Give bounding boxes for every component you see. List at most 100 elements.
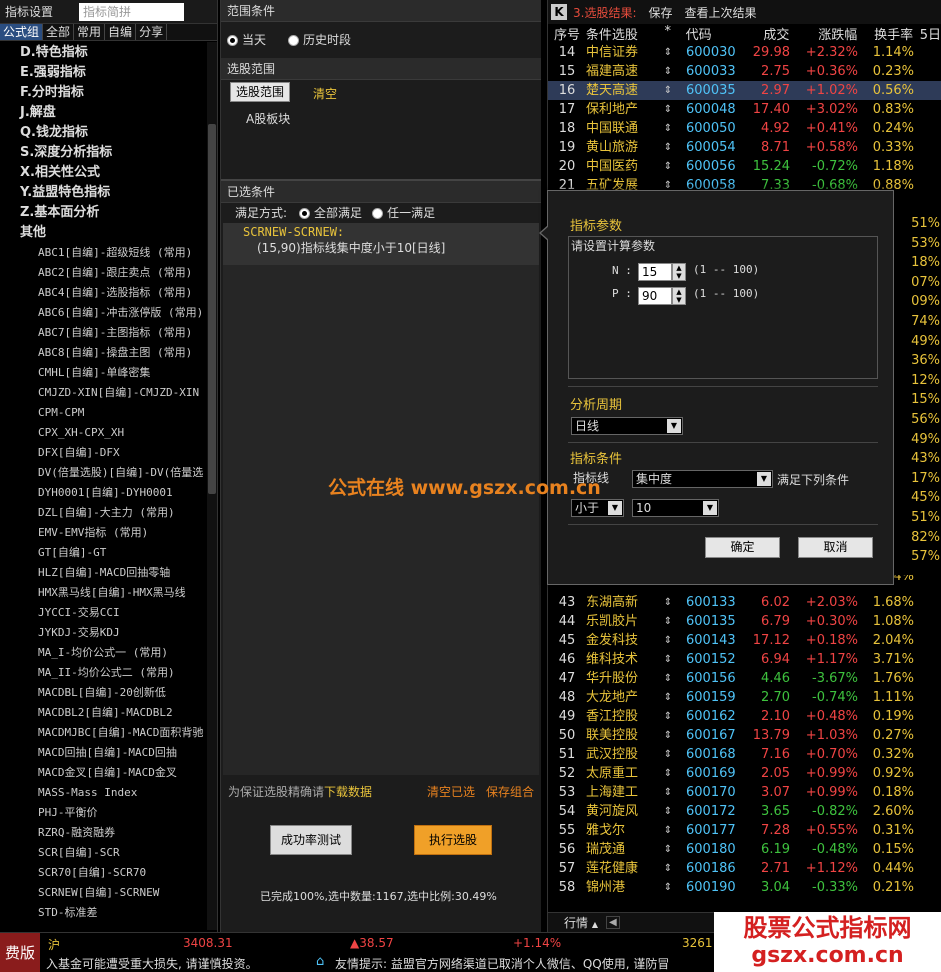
result-row[interactable]: 18 中国联通 ⇕ 600050 4.92 +0.41% 0.24% [548, 119, 941, 138]
col-price[interactable]: 成交 [734, 24, 789, 43]
indicator-list-item[interactable]: PHJ-平衡价 [38, 803, 208, 823]
tab-common[interactable]: 常用 [74, 24, 106, 40]
indicator-list-item[interactable]: ABC1[自编]-超级短线 (常用) [38, 243, 208, 263]
result-row[interactable]: 55 雅戈尔 ⇕ 600177 7.28 +0.55% 0.31% [548, 821, 941, 840]
scrollbar-thumb[interactable] [208, 124, 216, 494]
indicator-group-item[interactable]: F.分时指标 [20, 83, 217, 103]
indicator-list-item[interactable]: HMX黑马线[自编]-HMX黑马线 [38, 583, 208, 603]
indicator-list-item[interactable]: MACD回抽[自编]-MACD回抽 [38, 743, 208, 763]
indicator-search-input[interactable]: 指标简拼 [79, 2, 184, 21]
indicator-list-item[interactable]: ABC7[自编]-主图指标 (常用) [38, 323, 208, 343]
tab-custom[interactable]: 自编 [105, 24, 137, 40]
result-row[interactable]: 58 锦州港 ⇕ 600190 3.04 -0.33% 0.21% [548, 878, 941, 897]
indicator-list-item[interactable]: MACD金叉[自编]-MACD金叉 [38, 763, 208, 783]
result-row[interactable]: 53 上海建工 ⇕ 600170 3.07 +0.99% 0.18% [548, 783, 941, 802]
indicator-list-item[interactable]: ABC8[自编]-操盘主图 (常用) [38, 343, 208, 363]
result-row[interactable]: 54 黄河旋风 ⇕ 600172 3.65 -0.82% 2.60% [548, 802, 941, 821]
save-group-link[interactable]: 保存组合 [486, 783, 534, 800]
indicator-group-item[interactable]: Q.钱龙指标 [20, 123, 217, 143]
param-p-input[interactable]: 90 [638, 287, 672, 305]
indicator-group-item[interactable]: S.深度分析指标 [20, 143, 217, 163]
quote-tab[interactable]: 行情 ▲ [548, 914, 606, 931]
param-n-stepper[interactable]: ▲ ▼ [672, 263, 686, 281]
indicator-list-item[interactable]: CPM-CPM [38, 403, 208, 423]
result-row[interactable]: 51 武汉控股 ⇕ 600168 7.16 +0.70% 0.32% [548, 745, 941, 764]
save-result-button[interactable]: 保存 [649, 4, 673, 21]
indicator-list-item[interactable]: GT[自编]-GT [38, 543, 208, 563]
today-radio[interactable]: 当天 [227, 31, 266, 48]
col-turnover[interactable]: 换手率 [857, 24, 913, 43]
threshold-select[interactable]: 10 ▼ [632, 499, 719, 517]
select-range-button[interactable]: 选股范围 [230, 82, 290, 102]
indicator-list-item[interactable]: ABC6[自编]-冲击涨停版 (常用) [38, 303, 208, 323]
result-row[interactable]: 43 东湖高新 ⇕ 600133 6.02 +2.03% 1.68% [548, 593, 941, 612]
indicator-list-item[interactable]: STD-标准差 [38, 903, 208, 923]
any-satisfy-radio[interactable]: 任一满足 [372, 204, 435, 221]
col-no[interactable]: 序号 [548, 24, 586, 43]
col-star[interactable]: * [654, 24, 682, 43]
indicator-list-item[interactable]: MACDBL[自编]-20创新低 [38, 683, 208, 703]
indicator-list-item[interactable]: MASS-Mass Index [38, 783, 208, 803]
result-row[interactable]: 15 福建高速 ⇕ 600033 2.75 +0.36% 0.23% [548, 62, 941, 81]
result-row[interactable]: 17 保利地产 ⇕ 600048 17.40 +3.02% 0.83% [548, 100, 941, 119]
col-change[interactable]: 涨跌幅 [789, 24, 857, 43]
indicator-list-scrollbar[interactable] [207, 42, 217, 930]
tab-formula-group[interactable]: 公式组 [0, 24, 44, 40]
indicator-list-item[interactable]: EMV-EMV指标 (常用) [38, 523, 208, 543]
indicator-list-item[interactable]: RZRQ-融资融券 [38, 823, 208, 843]
indicator-list-item[interactable]: SCR70[自编]-SCR70 [38, 863, 208, 883]
indicator-list-item[interactable]: SCRNEW[自编]-SCRNEW [38, 883, 208, 903]
indicator-group-item[interactable]: X.相关性公式 [20, 163, 217, 183]
result-row[interactable]: 16 楚天高速 ⇕ 600035 2.97 +1.02% 0.56% [548, 81, 941, 100]
ok-button[interactable]: 确定 [705, 537, 780, 558]
result-row[interactable]: 44 乐凯胶片 ⇕ 600135 6.79 +0.30% 1.08% [548, 612, 941, 631]
result-row[interactable]: 47 华升股份 ⇕ 600156 4.46 -3.67% 1.76% [548, 669, 941, 688]
download-data-link[interactable]: 下载数据 [324, 785, 372, 799]
condition-item[interactable]: SCRNEW-SCRNEW: (15,90)指标线集中度小于10[日线] [223, 223, 539, 265]
indicator-list-item[interactable]: DFX[自编]-DFX [38, 443, 208, 463]
indicator-list-item[interactable]: MACDMJBC[自编]-MACD面积背驰 [38, 723, 208, 743]
indicator-list-item[interactable]: JYKDJ-交易KDJ [38, 623, 208, 643]
indicator-list-item[interactable]: DZL[自编]-大主力 (常用) [38, 503, 208, 523]
success-rate-test-button[interactable]: 成功率测试 [270, 825, 352, 855]
result-row[interactable]: 50 联美控股 ⇕ 600167 13.79 +1.03% 0.27% [548, 726, 941, 745]
indicator-group-item[interactable]: 其他 [20, 223, 217, 243]
operator-select[interactable]: 小于 ▼ [571, 499, 624, 517]
execute-selection-button[interactable]: 执行选股 [414, 825, 492, 855]
col-name[interactable]: 条件选股 [586, 24, 654, 43]
cancel-button[interactable]: 取消 [798, 537, 873, 558]
result-row[interactable]: 46 维科技术 ⇕ 600152 6.94 +1.17% 3.71% [548, 650, 941, 669]
indicator-list-item[interactable]: MA_I-均价公式一 (常用) [38, 643, 208, 663]
clear-range-link[interactable]: 清空 [313, 85, 337, 102]
indicator-list-item[interactable]: ABC2[自编]-跟庄卖点 (常用) [38, 263, 208, 283]
indicator-list-item[interactable]: DYH0001[自编]-DYH0001 [38, 483, 208, 503]
param-n-input[interactable]: 15 [638, 263, 672, 281]
indicator-list-item[interactable]: MA_II-均价公式二 (常用) [38, 663, 208, 683]
indicator-list-item[interactable]: JYCCI-交易CCI [38, 603, 208, 623]
indicator-list-item[interactable]: DV(倍量选股)[自编]-DV(倍量选 [38, 463, 208, 483]
indicator-group-item[interactable]: Y.益盟特色指标 [20, 183, 217, 203]
tab-all[interactable]: 全部 [43, 24, 75, 40]
period-select[interactable]: 日线 ▼ [571, 417, 683, 435]
result-row[interactable]: 49 香江控股 ⇕ 600162 2.10 +0.48% 0.19% [548, 707, 941, 726]
indicator-list-item[interactable]: MACDBL2[自编]-MACDBL2 [38, 703, 208, 723]
indicator-line-select[interactable]: 集中度 ▼ [632, 470, 773, 488]
param-p-stepper[interactable]: ▲ ▼ [672, 287, 686, 305]
indicator-list-item[interactable]: CMJZD-XIN[自编]-CMJZD-XIN [38, 383, 208, 403]
indicator-group-item[interactable]: J.解盘 [20, 103, 217, 123]
indicator-list-item[interactable]: CPX_XH-CPX_XH [38, 423, 208, 443]
index-name[interactable]: 沪 [48, 936, 60, 953]
result-row[interactable]: 56 瑞茂通 ⇕ 600180 6.19 -0.48% 0.15% [548, 840, 941, 859]
indicator-group-item[interactable]: Z.基本面分析 [20, 203, 217, 223]
indicator-list-item[interactable]: ABC4[自编]-选股指标 (常用) [38, 283, 208, 303]
col-5day[interactable]: 5日 [913, 24, 941, 43]
history-radio[interactable]: 历史时段 [288, 31, 351, 48]
indicator-group-item[interactable]: E.强弱指标 [20, 63, 217, 83]
col-code[interactable]: 代码 [682, 24, 734, 43]
result-row[interactable]: 20 中国医药 ⇕ 600056 15.24 -0.72% 1.18% [548, 157, 941, 176]
home-icon[interactable]: ⌂ [316, 954, 324, 969]
result-row[interactable]: 45 金发科技 ⇕ 600143 17.12 +0.18% 2.04% [548, 631, 941, 650]
result-row[interactable]: 14 中信证券 ⇕ 600030 29.98 +2.32% 1.14% [548, 43, 941, 62]
result-row[interactable]: 52 太原重工 ⇕ 600169 2.05 +0.99% 0.92% [548, 764, 941, 783]
result-row[interactable]: 48 大龙地产 ⇕ 600159 2.70 -0.74% 1.11% [548, 688, 941, 707]
